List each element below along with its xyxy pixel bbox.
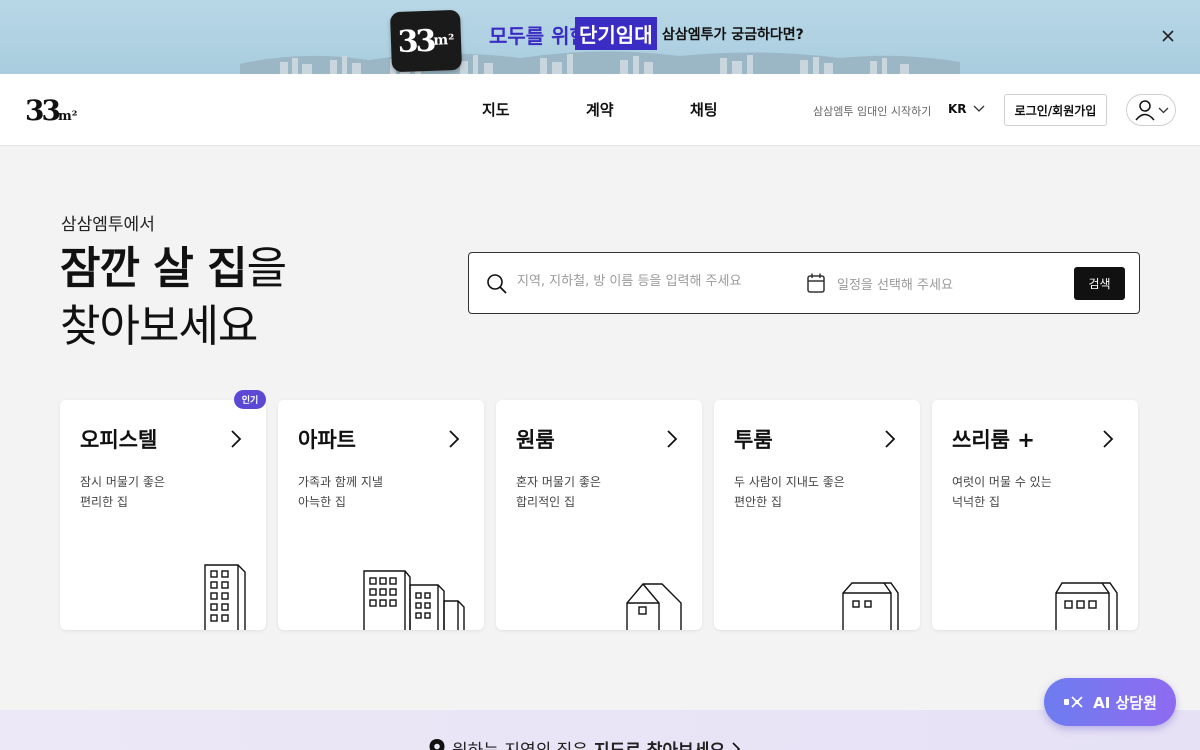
hero-title-rest: 을 bbox=[246, 243, 287, 294]
search-icon bbox=[487, 274, 507, 294]
category-card-officetel[interactable]: 오피스텔 잠시 머물기 좋은 편리한 집 bbox=[60, 400, 266, 630]
site-header: 33m² 지도 계약 채팅 삼삼엠투 임대인 시작하기 KR 로그인/회원가입 bbox=[0, 74, 1200, 146]
city-skyline-illustration bbox=[240, 51, 960, 74]
search-bar: 일정을 선택해 주세요 검색 bbox=[468, 252, 1140, 314]
site-logo[interactable]: 33m² bbox=[25, 94, 77, 127]
search-input[interactable] bbox=[517, 274, 787, 289]
category-card-apartment[interactable]: 아파트 가족과 함께 지낼 아늑한 집 bbox=[278, 400, 484, 630]
officetel-building-illustration bbox=[204, 564, 246, 630]
category-card-threeroom[interactable]: 쓰리룸 + 여럿이 머물 수 있는 넉넉한 집 bbox=[932, 400, 1138, 630]
calendar-icon bbox=[807, 273, 825, 293]
house-illustration bbox=[842, 582, 899, 630]
search-button[interactable]: 검색 bbox=[1074, 267, 1125, 300]
chevron-down-icon bbox=[973, 105, 985, 112]
house-illustration bbox=[626, 583, 682, 630]
nav-contract[interactable]: 계약 bbox=[586, 99, 614, 120]
hero-title-line2: 찾아보세요 bbox=[60, 301, 258, 352]
category-card-tworoom[interactable]: 투룸 두 사람이 지내도 좋은 편안한 집 bbox=[714, 400, 920, 630]
user-menu-button[interactable] bbox=[1126, 94, 1176, 126]
host-start-link[interactable]: 삼삼엠투 임대인 시작하기 bbox=[813, 103, 931, 119]
hero-title: 잠깐 살 집을 찾아보세요 bbox=[60, 240, 287, 356]
nav-chat[interactable]: 채팅 bbox=[690, 99, 718, 120]
user-icon bbox=[1134, 100, 1155, 121]
date-picker[interactable]: 일정을 선택해 주세요 bbox=[837, 274, 953, 293]
banner-headline: 모두를 위한 bbox=[489, 24, 588, 48]
house-illustration bbox=[1055, 582, 1118, 630]
map-search-bold: 지도로 찾아보세요 bbox=[594, 736, 725, 750]
hero-subtitle: 삼삼엠투에서 bbox=[61, 215, 155, 235]
location-pin-icon bbox=[429, 738, 445, 750]
chevron-right-icon bbox=[732, 741, 741, 750]
promo-banner[interactable]: 33 m² 모두를 위한 단기임대 삼삼엠투가 궁금하다면? bbox=[0, 0, 1200, 74]
banner-logo: 33 m² bbox=[389, 9, 463, 73]
popular-badge: 인기 bbox=[234, 390, 266, 409]
chevron-down-icon bbox=[1158, 107, 1168, 113]
category-card-oneroom[interactable]: 원룸 혼자 머물기 좋은 합리적인 집 bbox=[496, 400, 702, 630]
map-search-link[interactable]: 원하는 지역의 집은 지도로 찾아보세요 bbox=[428, 736, 741, 750]
hero-title-bold: 잠깐 살 집 bbox=[60, 243, 248, 294]
nav-map[interactable]: 지도 bbox=[482, 99, 510, 120]
ai-assistant-label: AI 상담원 bbox=[1093, 693, 1157, 712]
banner-headline-highlight: 단기임대 bbox=[575, 17, 657, 50]
language-selector[interactable]: KR bbox=[948, 102, 985, 116]
banner-question: 삼삼엠투가 궁금하다면? bbox=[662, 27, 804, 43]
close-icon[interactable] bbox=[1159, 27, 1177, 45]
ai-sparkle-icon bbox=[1064, 696, 1083, 708]
language-label: KR bbox=[948, 102, 967, 116]
login-signup-button[interactable]: 로그인/회원가입 bbox=[1004, 94, 1107, 126]
apartment-building-illustration bbox=[363, 570, 465, 630]
map-search-text: 원하는 지역의 집은 bbox=[452, 736, 588, 750]
ai-assistant-button[interactable]: AI 상담원 bbox=[1044, 678, 1176, 726]
map-search-strip: 원하는 지역의 집은 지도로 찾아보세요 bbox=[0, 710, 1200, 750]
